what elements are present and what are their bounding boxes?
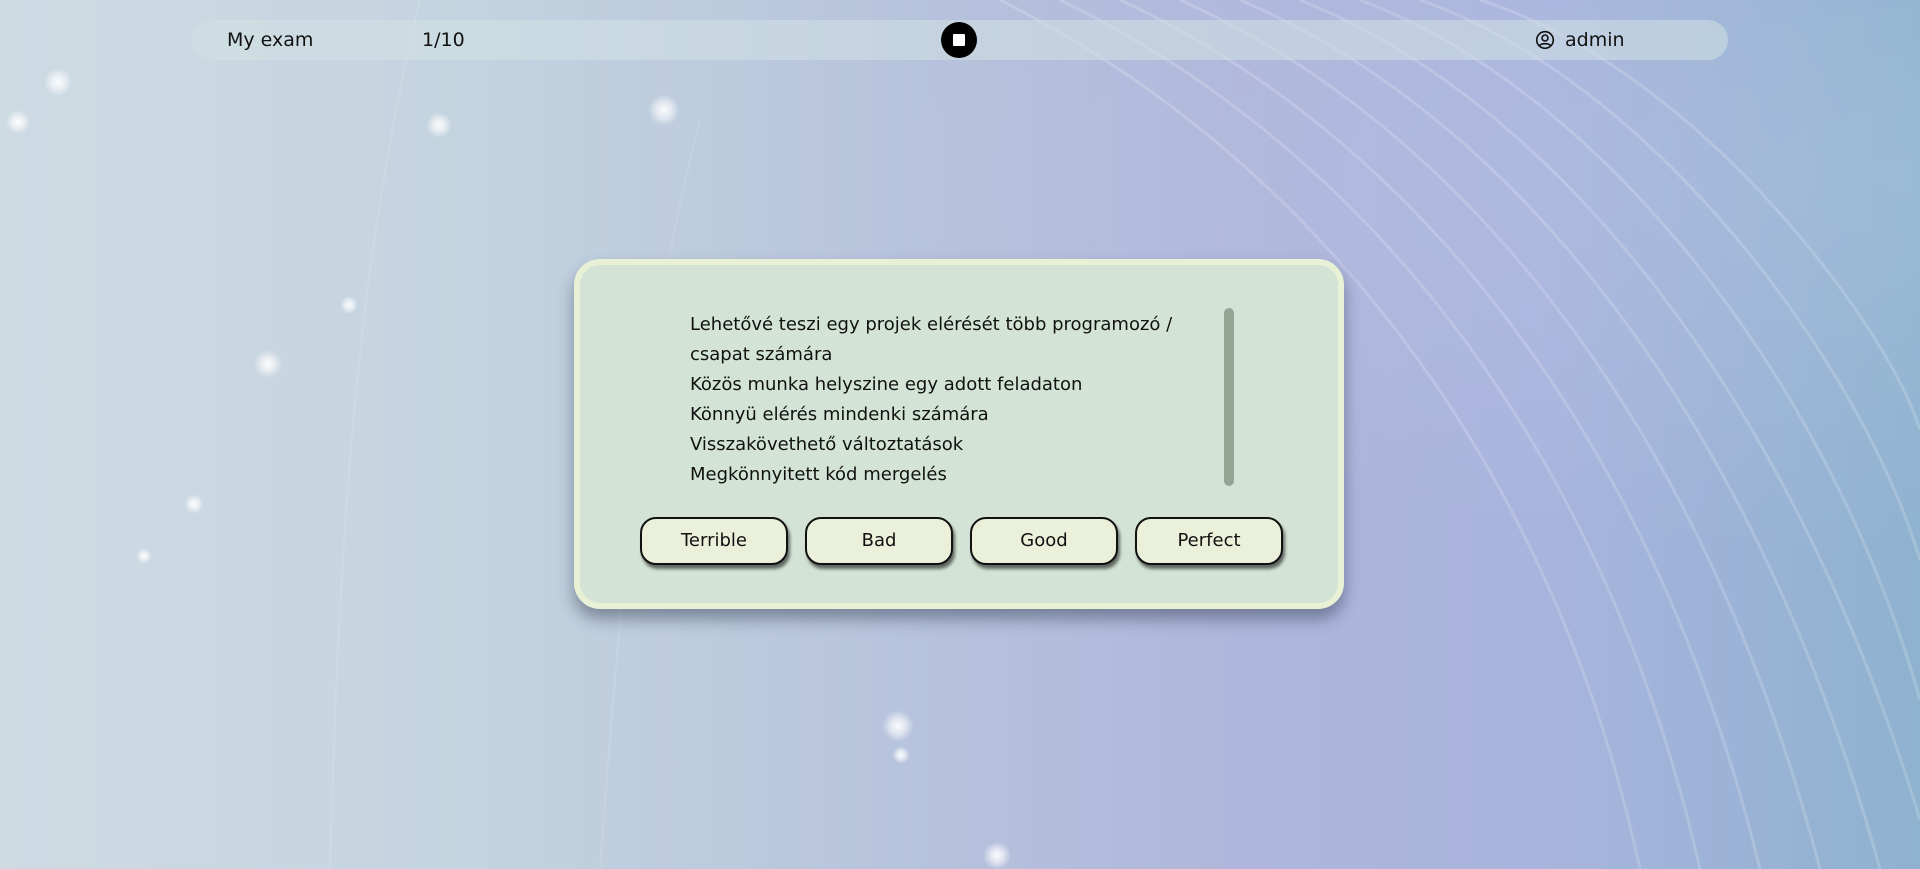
rating-perfect-button[interactable]: Perfect xyxy=(1135,517,1283,565)
sparkle xyxy=(426,112,452,138)
rating-terrible-button[interactable]: Terrible xyxy=(640,517,788,565)
sparkle xyxy=(136,548,152,564)
sparkle xyxy=(340,296,358,314)
user-circle-icon xyxy=(1535,30,1555,50)
exam-title: My exam xyxy=(227,29,314,51)
sparkle xyxy=(254,350,282,378)
answer-scrollbar[interactable] xyxy=(1224,308,1234,486)
stop-exam-button[interactable] xyxy=(941,22,977,58)
stop-icon xyxy=(953,34,965,46)
sparkle xyxy=(882,710,914,742)
rating-bad-button[interactable]: Bad xyxy=(805,517,953,565)
answer-line: Közös munka helyszine egy adott feladato… xyxy=(690,374,1083,395)
sparkle xyxy=(6,110,30,134)
answer-text: Lehetővé teszi egy projek elérését több … xyxy=(690,310,1220,485)
sparkle xyxy=(648,94,680,126)
user-name: admin xyxy=(1565,29,1625,51)
user-menu[interactable]: admin xyxy=(1535,20,1625,60)
rating-buttons: Terrible Bad Good Perfect xyxy=(640,517,1285,567)
question-progress: 1/10 xyxy=(422,29,465,51)
sparkle xyxy=(982,842,1012,869)
answer-card: Lehetővé teszi egy projek elérését több … xyxy=(574,259,1344,609)
sparkle xyxy=(44,68,72,96)
answer-line: Visszakövethető változtatások xyxy=(690,434,964,455)
rating-good-button[interactable]: Good xyxy=(970,517,1118,565)
answer-line: Lehetővé teszi egy projek elérését több … xyxy=(690,314,1173,335)
answer-line: csapat számára xyxy=(690,344,833,365)
sparkle xyxy=(184,494,204,514)
sparkle xyxy=(892,746,910,764)
answer-line: Megkönnyitett kód mergelés xyxy=(690,464,947,485)
top-bar: My exam 1/10 admin xyxy=(192,20,1728,60)
answer-line: Könnyü elérés mindenki számára xyxy=(690,404,989,425)
